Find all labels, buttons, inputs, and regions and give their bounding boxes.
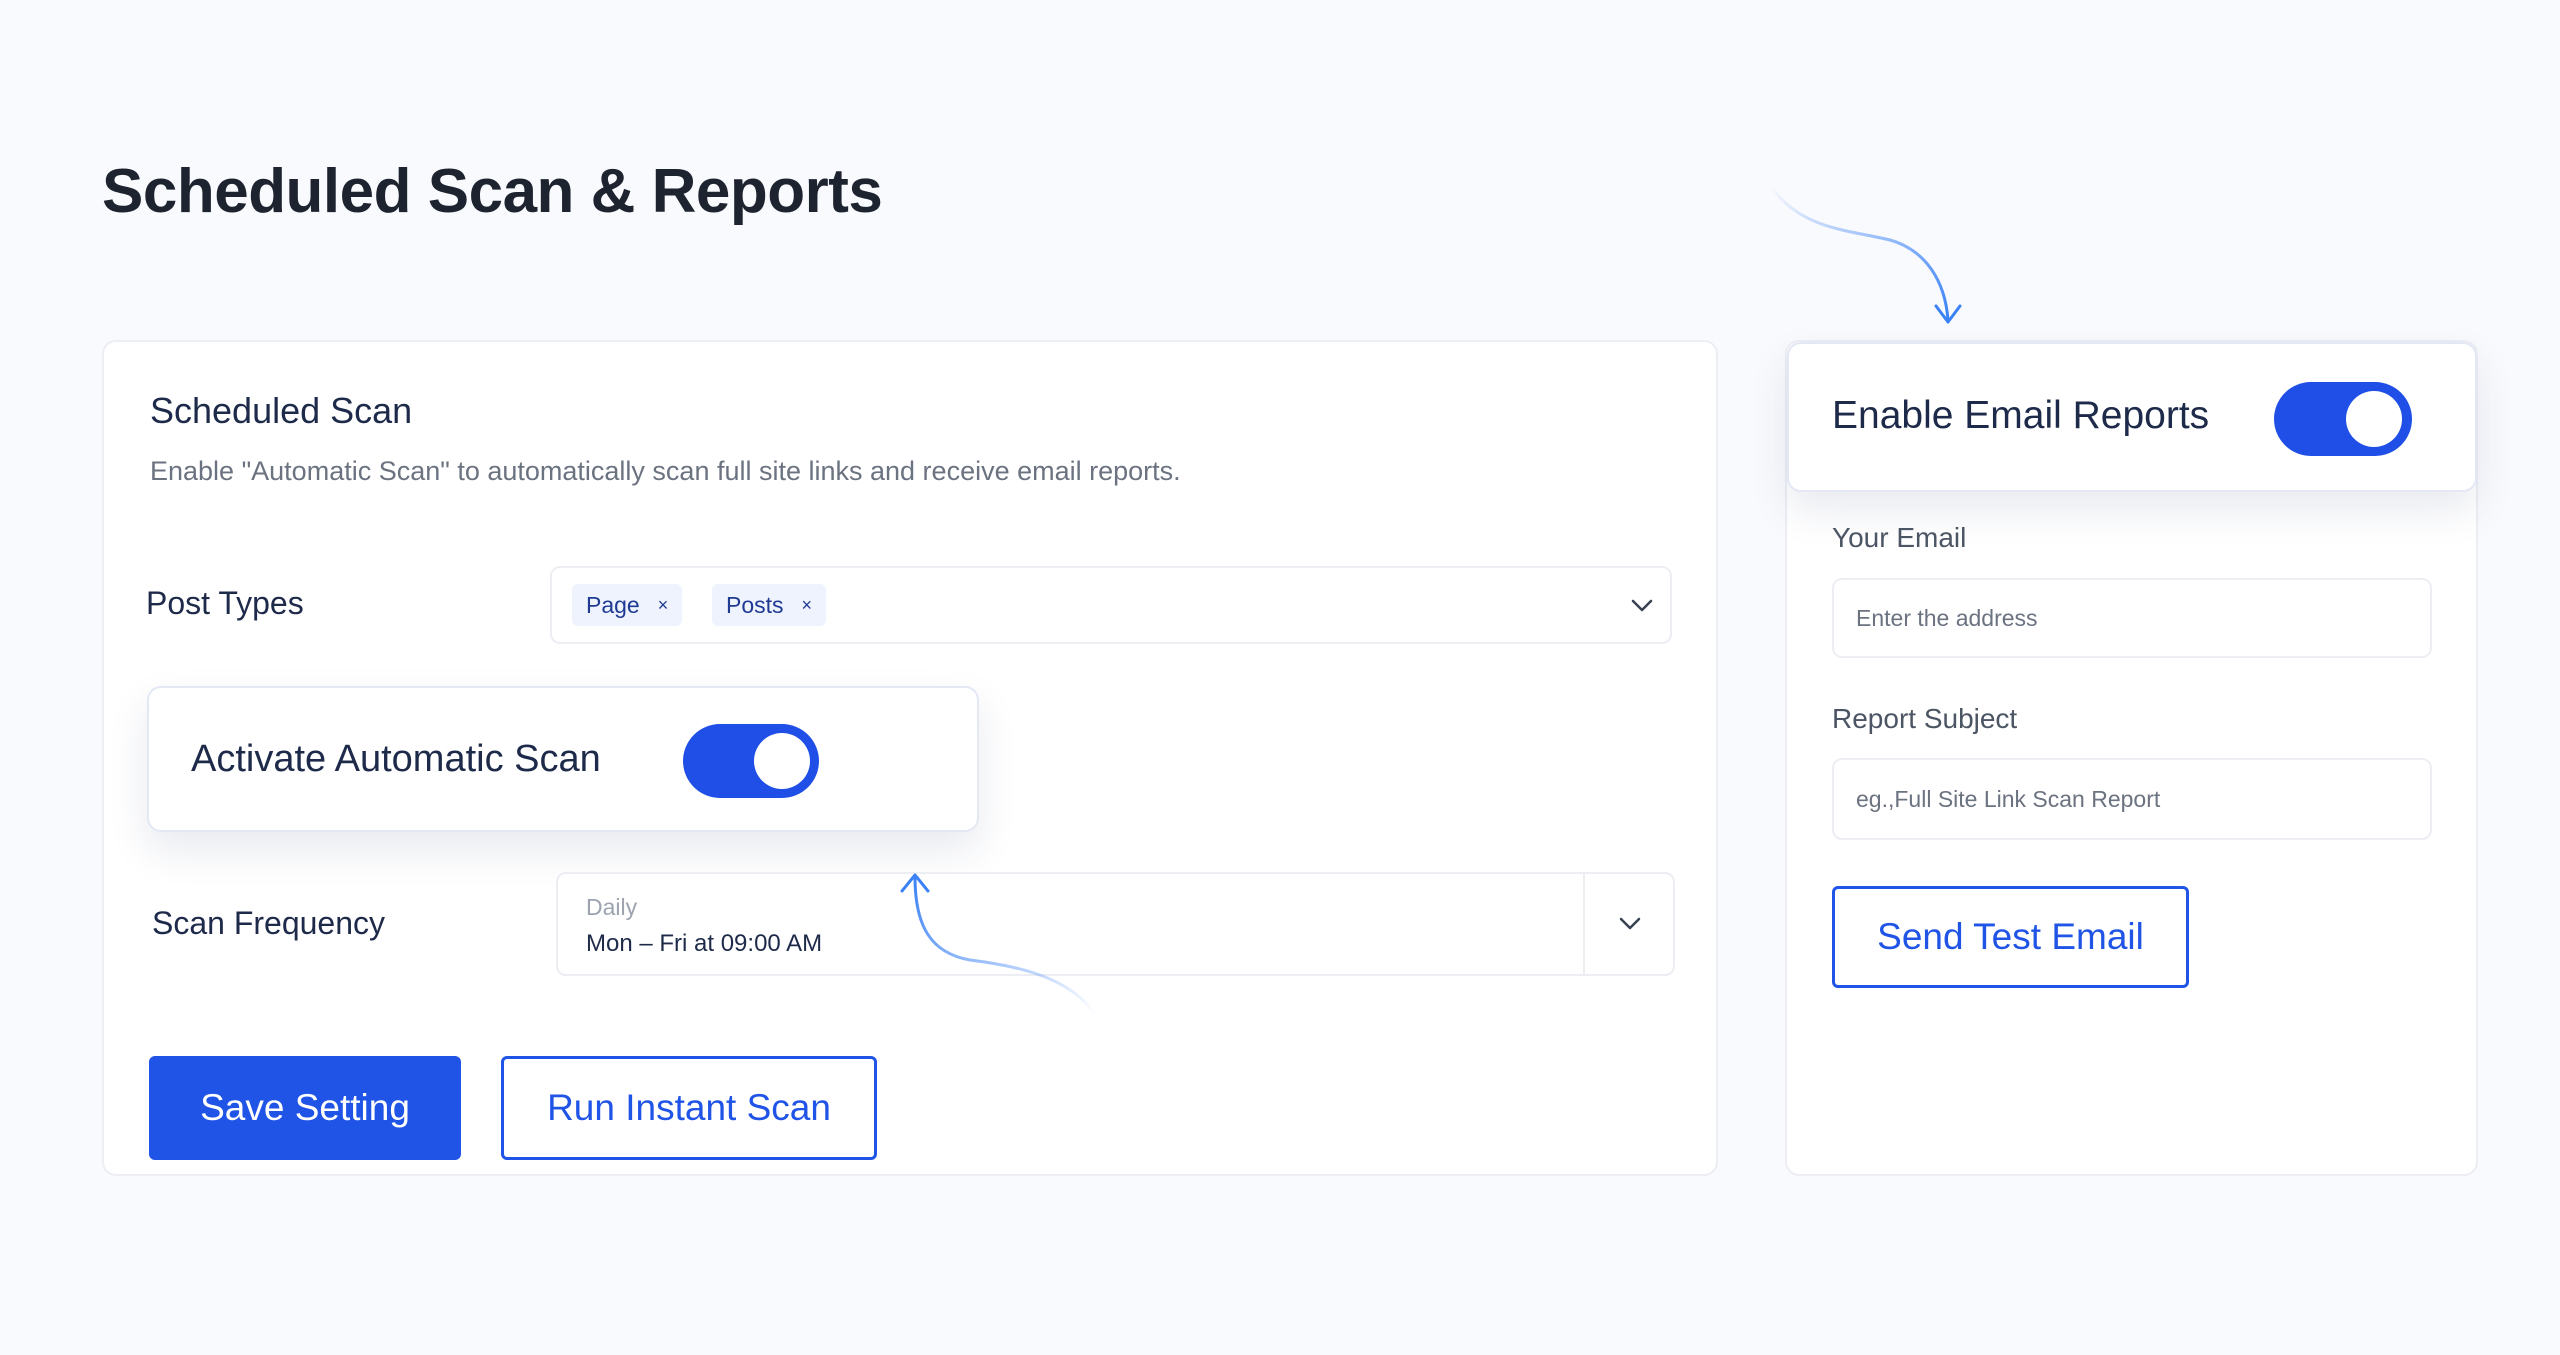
email-field[interactable] [1832, 578, 2432, 658]
scan-frequency-label: Scan Frequency [152, 905, 386, 941]
email-reports-toggle[interactable] [2274, 382, 2412, 456]
chip-page: Page × [572, 584, 683, 626]
chip-label: Posts [726, 591, 784, 618]
chip-label: Page [586, 591, 640, 618]
frequency-schedule: Mon – Fri at 09:00 AM [586, 930, 823, 957]
report-subject-field[interactable] [1832, 758, 2432, 840]
toggle-knob [2346, 391, 2402, 447]
email-label: Your Email [1832, 522, 1967, 553]
automatic-scan-card: Activate Automatic Scan [147, 686, 979, 832]
save-setting-button[interactable]: Save Setting [149, 1056, 461, 1160]
section-title: Scheduled Scan [150, 390, 413, 431]
scan-frequency-select[interactable]: Daily Mon – Fri at 09:00 AM [556, 872, 1675, 976]
run-instant-scan-button[interactable]: Run Instant Scan [501, 1056, 877, 1160]
report-subject-label: Report Subject [1832, 703, 2018, 734]
curved-arrow-icon [1768, 183, 1962, 324]
chevron-down-icon[interactable] [1610, 904, 1650, 944]
email-reports-toggle-card: Enable Email Reports [1787, 342, 2477, 492]
page-title: Scheduled Scan & Reports [102, 157, 883, 226]
email-reports-label: Enable Email Reports [1832, 394, 2210, 437]
automatic-scan-label: Activate Automatic Scan [191, 738, 601, 780]
section-description: Enable "Automatic Scan" to automatically… [150, 456, 1181, 486]
curved-arrow-icon [900, 873, 1097, 1017]
remove-chip-icon[interactable]: × [658, 595, 669, 616]
post-types-select[interactable]: Page × Posts × [550, 566, 1672, 644]
frequency-selected: Daily [586, 894, 638, 920]
select-divider [1583, 874, 1585, 974]
send-test-email-button[interactable]: Send Test Email [1832, 886, 2189, 988]
chevron-down-icon[interactable] [1622, 586, 1662, 626]
remove-chip-icon[interactable]: × [802, 595, 813, 616]
post-types-label: Post Types [146, 585, 304, 621]
automatic-scan-toggle[interactable] [683, 724, 819, 798]
toggle-knob [754, 733, 810, 789]
chip-posts: Posts × [712, 584, 827, 626]
